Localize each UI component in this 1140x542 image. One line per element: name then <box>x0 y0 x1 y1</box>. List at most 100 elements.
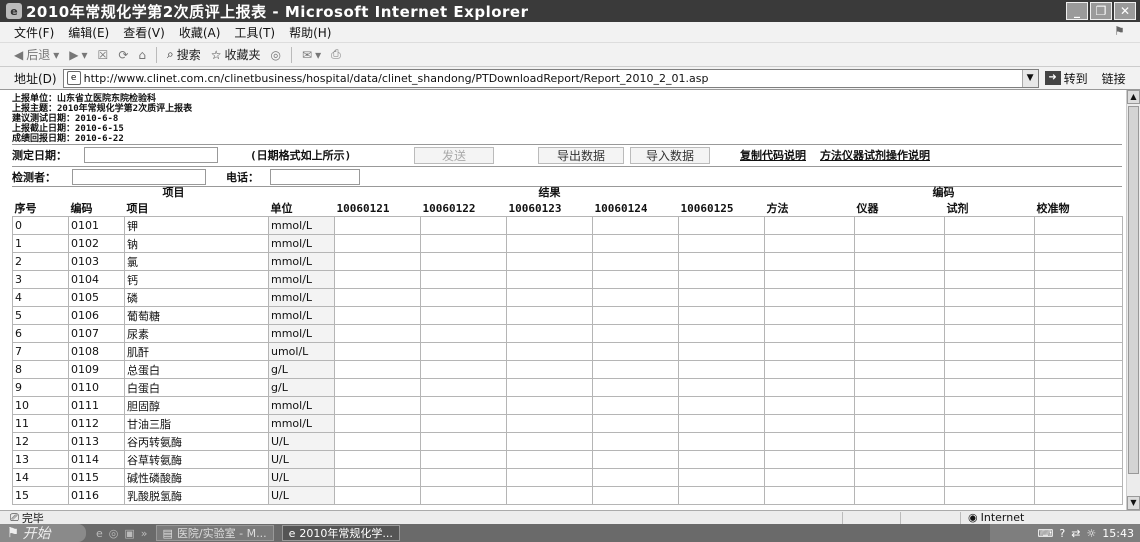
result-input-cell[interactable] <box>764 270 855 289</box>
result-input-cell[interactable] <box>678 414 765 433</box>
result-input-cell[interactable] <box>854 306 945 325</box>
result-input-cell[interactable] <box>420 306 507 325</box>
result-input-cell[interactable] <box>420 234 507 253</box>
result-input-cell[interactable] <box>854 324 945 343</box>
result-input-cell[interactable] <box>334 234 421 253</box>
result-input-cell[interactable] <box>506 450 593 469</box>
refresh-button[interactable]: ⟳ <box>118 48 128 62</box>
result-input-cell[interactable] <box>1034 252 1123 271</box>
result-input-cell[interactable] <box>1034 342 1123 361</box>
method-help-link[interactable]: 方法仪器试剂操作说明 <box>820 147 930 163</box>
result-input-cell[interactable] <box>764 252 855 271</box>
result-input-cell[interactable] <box>592 360 679 379</box>
send-button[interactable]: 发送 <box>414 146 494 164</box>
favorites-button[interactable]: ☆ 收藏夹 <box>211 46 261 63</box>
network-icon[interactable]: ⇄ <box>1071 527 1080 540</box>
result-input-cell[interactable] <box>944 378 1035 397</box>
result-input-cell[interactable] <box>854 396 945 415</box>
result-input-cell[interactable] <box>854 270 945 289</box>
result-input-cell[interactable] <box>944 486 1035 505</box>
result-input-cell[interactable] <box>334 216 421 235</box>
result-input-cell[interactable] <box>506 360 593 379</box>
result-input-cell[interactable] <box>334 414 421 433</box>
result-input-cell[interactable] <box>764 288 855 307</box>
taskbar-item-folder[interactable]: ▤ 医院/实验室 - M... <box>155 525 274 541</box>
result-input-cell[interactable] <box>678 396 765 415</box>
result-input-cell[interactable] <box>944 216 1035 235</box>
result-input-cell[interactable] <box>506 324 593 343</box>
result-input-cell[interactable] <box>854 342 945 361</box>
result-input-cell[interactable] <box>1034 234 1123 253</box>
result-input-cell[interactable] <box>944 252 1035 271</box>
result-input-cell[interactable] <box>764 306 855 325</box>
result-input-cell[interactable] <box>592 324 679 343</box>
result-input-cell[interactable] <box>592 414 679 433</box>
result-input-cell[interactable] <box>506 414 593 433</box>
menu-tools[interactable]: 工具(T) <box>234 24 275 41</box>
result-input-cell[interactable] <box>334 432 421 451</box>
result-input-cell[interactable] <box>420 486 507 505</box>
result-input-cell[interactable] <box>678 432 765 451</box>
result-input-cell[interactable] <box>944 360 1035 379</box>
result-input-cell[interactable] <box>334 288 421 307</box>
help-icon[interactable]: ? <box>1059 527 1065 540</box>
result-input-cell[interactable] <box>854 414 945 433</box>
result-input-cell[interactable] <box>764 324 855 343</box>
result-input-cell[interactable] <box>764 414 855 433</box>
result-input-cell[interactable] <box>334 270 421 289</box>
result-input-cell[interactable] <box>420 414 507 433</box>
result-input-cell[interactable] <box>678 270 765 289</box>
start-button[interactable]: ⚑ 开始 <box>0 524 86 542</box>
result-input-cell[interactable] <box>506 432 593 451</box>
media-quicklaunch-icon[interactable]: ◎ <box>109 527 119 540</box>
result-input-cell[interactable] <box>854 486 945 505</box>
result-input-cell[interactable] <box>334 360 421 379</box>
result-input-cell[interactable] <box>420 360 507 379</box>
result-input-cell[interactable] <box>420 432 507 451</box>
result-input-cell[interactable] <box>944 342 1035 361</box>
result-input-cell[interactable] <box>764 216 855 235</box>
menu-file[interactable]: 文件(F) <box>14 24 54 41</box>
result-input-cell[interactable] <box>764 378 855 397</box>
result-input-cell[interactable] <box>1034 216 1123 235</box>
result-input-cell[interactable] <box>334 450 421 469</box>
result-input-cell[interactable] <box>506 396 593 415</box>
result-input-cell[interactable] <box>944 234 1035 253</box>
result-input-cell[interactable] <box>764 360 855 379</box>
result-input-cell[interactable] <box>678 216 765 235</box>
result-input-cell[interactable] <box>678 252 765 271</box>
result-input-cell[interactable] <box>506 342 593 361</box>
test-date-input[interactable] <box>84 147 218 163</box>
result-input-cell[interactable] <box>592 468 679 487</box>
menu-view[interactable]: 查看(V) <box>123 24 165 41</box>
address-input[interactable]: e http://www.clinet.com.cn/clinetbusines… <box>62 68 1039 88</box>
result-input-cell[interactable] <box>678 450 765 469</box>
code-help-link[interactable]: 复制代码说明 <box>740 147 806 163</box>
result-input-cell[interactable] <box>678 306 765 325</box>
go-button[interactable]: ➜ 转到 <box>1044 70 1088 87</box>
menu-favorites[interactable]: 收藏(A) <box>179 24 221 41</box>
result-input-cell[interactable] <box>764 234 855 253</box>
result-input-cell[interactable] <box>420 288 507 307</box>
result-input-cell[interactable] <box>764 468 855 487</box>
taskbar-item-ie[interactable]: e 2010年常规化学... <box>281 525 400 541</box>
result-input-cell[interactable] <box>592 486 679 505</box>
result-input-cell[interactable] <box>506 270 593 289</box>
result-input-cell[interactable] <box>420 216 507 235</box>
media-button[interactable]: ◎ <box>271 48 281 62</box>
ie-quicklaunch-icon[interactable]: e <box>96 527 103 540</box>
back-button[interactable]: ◀ 后退 ▾ <box>14 46 59 63</box>
result-input-cell[interactable] <box>592 378 679 397</box>
result-input-cell[interactable] <box>944 450 1035 469</box>
result-input-cell[interactable] <box>1034 270 1123 289</box>
result-input-cell[interactable] <box>944 324 1035 343</box>
mail-button[interactable]: ✉ ▾ <box>302 48 321 62</box>
result-input-cell[interactable] <box>592 288 679 307</box>
phone-input[interactable] <box>270 169 360 185</box>
result-input-cell[interactable] <box>944 468 1035 487</box>
scroll-up-button[interactable]: ▲ <box>1127 90 1140 104</box>
result-input-cell[interactable] <box>334 378 421 397</box>
result-input-cell[interactable] <box>944 306 1035 325</box>
result-input-cell[interactable] <box>420 378 507 397</box>
desktop-quicklaunch-icon[interactable]: ▣ <box>124 527 134 540</box>
